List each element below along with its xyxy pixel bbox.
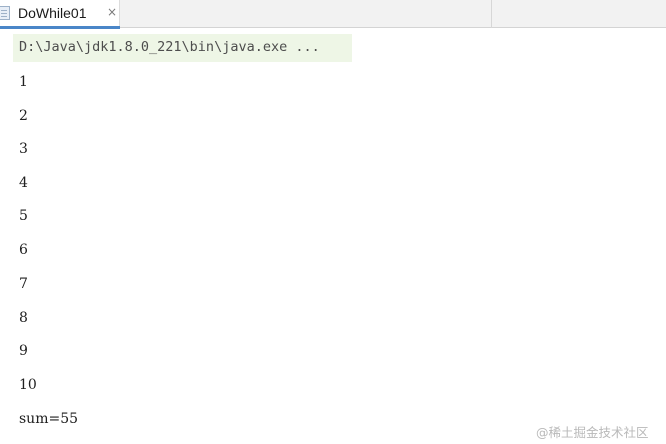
output-line: 5 [19, 208, 28, 224]
output-line: 6 [19, 242, 28, 258]
output-line: 1 [19, 74, 28, 90]
tab-label: DoWhile01 [18, 5, 87, 21]
tab-dowhile01[interactable]: DoWhile01 × [0, 0, 120, 29]
run-window: DoWhile01 × D:\Java\jdk1.8.0_221\bin\jav… [0, 0, 666, 444]
output-line: 4 [19, 175, 28, 191]
output-line: 2 [19, 108, 28, 124]
output-line: 7 [19, 276, 28, 292]
output-line: 10 [19, 377, 37, 393]
tab-bar-divider [491, 0, 492, 28]
output-line: 9 [19, 343, 28, 359]
output-line: 8 [19, 310, 28, 326]
command-line: D:\Java\jdk1.8.0_221\bin\java.exe ... [19, 39, 320, 55]
output-line: 3 [19, 141, 28, 157]
run-tab-bar: DoWhile01 × [0, 0, 666, 29]
sum-output-line: sum=55 [19, 411, 79, 427]
console-output[interactable]: D:\Java\jdk1.8.0_221\bin\java.exe ... 1 … [0, 29, 666, 444]
watermark: @稀土掘金技术社区 [536, 425, 649, 440]
close-icon[interactable]: × [106, 5, 118, 19]
file-icon [0, 6, 10, 20]
command-line-highlight: D:\Java\jdk1.8.0_221\bin\java.exe ... [13, 34, 352, 62]
